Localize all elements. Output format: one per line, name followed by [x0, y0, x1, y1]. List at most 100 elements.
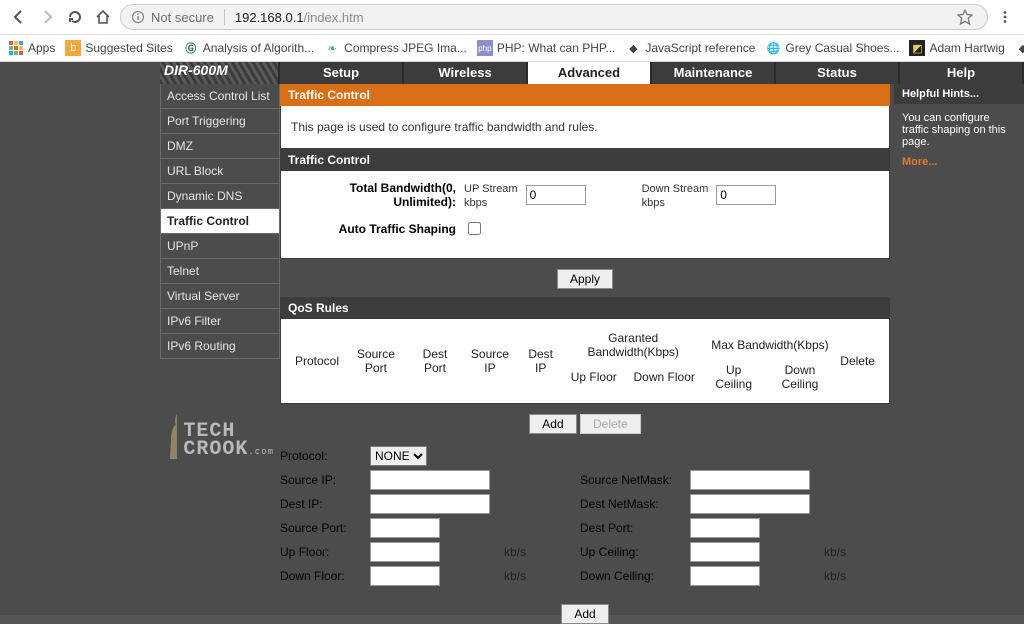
down-floor-label: Down Floor:: [280, 569, 370, 583]
protocol-select[interactable]: NONE: [370, 446, 427, 466]
side-menu: Access Control List Port Triggering DMZ …: [160, 84, 280, 624]
wizard-icon: [166, 407, 177, 461]
sidebar-item-url-block[interactable]: URL Block: [160, 159, 280, 184]
up-ceil-input[interactable]: [690, 542, 760, 562]
page-description: This page is used to configure traffic b…: [280, 106, 890, 149]
qos-add-button[interactable]: Add: [529, 414, 576, 434]
qos-delete-button[interactable]: Delete: [580, 414, 641, 434]
tab-maintenance[interactable]: Maintenance: [652, 62, 776, 84]
sidebar-item-virtual-server[interactable]: Virtual Server: [160, 284, 280, 309]
dest-port-input[interactable]: [690, 518, 760, 538]
section-traffic-control: Traffic Control: [280, 149, 890, 171]
reload-button[interactable]: [64, 6, 86, 28]
sidebar-item-dmz[interactable]: DMZ: [160, 134, 280, 159]
sidebar-item-ipv6-routing[interactable]: IPv6 Routing: [160, 334, 280, 359]
total-bandwidth-label: Total Bandwidth(0, Unlimited):: [291, 181, 456, 209]
upstream-label: UP Stream: [464, 183, 518, 195]
tab-setup[interactable]: Setup: [280, 62, 404, 84]
dest-netmask-label: Dest NetMask:: [580, 497, 690, 511]
apply-button[interactable]: Apply: [557, 269, 613, 289]
url-host: 192.168.0.1: [235, 10, 304, 25]
col-down-ceil: Down Ceiling: [764, 361, 837, 393]
qos-table: Protocol Source Port Dest Port Source IP…: [291, 329, 879, 393]
bing-icon: b: [65, 40, 81, 56]
logo: TECH CROOK.com: [160, 397, 280, 471]
down-floor-input[interactable]: [370, 566, 440, 586]
help-body: You can configure traffic shaping on thi…: [902, 112, 1016, 148]
home-button[interactable]: [92, 6, 114, 28]
sidebar-item-ipv6-filter[interactable]: IPv6 Filter: [160, 309, 280, 334]
section-qos-rules: QoS Rules: [280, 297, 890, 319]
dest-ip-input[interactable]: [370, 494, 490, 514]
down-ceil-input[interactable]: [690, 566, 760, 586]
not-secure-label: Not secure: [151, 10, 214, 25]
col-dest-ip: Dest IP: [519, 329, 563, 393]
address-bar[interactable]: Not secure 192.168.0.1/index.htm: [120, 4, 988, 30]
col-dest-port: Dest Port: [409, 329, 461, 393]
apps-button[interactable]: Apps: [8, 40, 55, 56]
protocol-label: Protocol:: [280, 449, 370, 463]
up-floor-label: Up Floor:: [280, 545, 370, 559]
tab-strip: DIR-600M Setup Wireless Advanced Mainten…: [160, 62, 1024, 84]
arrow-right-icon: [39, 9, 55, 25]
sidebar-item-acl[interactable]: Access Control List: [160, 84, 280, 109]
col-src-port: Source Port: [343, 329, 409, 393]
sidebar-item-port-triggering[interactable]: Port Triggering: [160, 109, 280, 134]
globe-icon: 🌐: [765, 40, 781, 56]
dest-netmask-input[interactable]: [690, 494, 810, 514]
help-title: Helpful Hints...: [894, 84, 1024, 104]
info-icon: [131, 10, 145, 24]
kbps-label: kbps: [464, 197, 487, 209]
rule-add-button[interactable]: Add: [561, 604, 608, 624]
downstream-input[interactable]: [716, 185, 776, 205]
bookmark-item[interactable]: bSuggested Sites: [65, 40, 172, 56]
model-label: DIR-600M: [160, 62, 280, 84]
gfg-icon: Ⓖ: [183, 40, 199, 56]
dest-ip-label: Dest IP:: [280, 497, 370, 511]
col-up-floor: Up Floor: [563, 361, 625, 393]
col-down-floor: Down Floor: [625, 361, 704, 393]
mdn-icon: ◆: [625, 40, 641, 56]
menu-button[interactable]: [994, 6, 1016, 28]
leaf-icon: ❧: [324, 40, 340, 56]
tab-advanced[interactable]: Advanced: [528, 62, 652, 84]
bookmark-item[interactable]: 🌐Grey Casual Shoes...: [765, 40, 899, 56]
help-more-link[interactable]: More...: [902, 156, 1016, 168]
bookmark-item[interactable]: phpPHP: What can PHP...: [477, 40, 616, 56]
tab-status[interactable]: Status: [776, 62, 900, 84]
bookmark-item[interactable]: ❧Compress JPEG Ima...: [324, 40, 467, 56]
tab-wireless[interactable]: Wireless: [404, 62, 528, 84]
mdn-icon: ◆: [1015, 40, 1024, 56]
bookmark-star-icon[interactable]: [957, 9, 973, 25]
bookmark-item[interactable]: ◩Adam Hartwig: [909, 40, 1004, 56]
home-icon: [95, 9, 111, 25]
upstream-input[interactable]: [526, 185, 586, 205]
bookmark-item[interactable]: ◆JavaScript reference: [625, 40, 755, 56]
col-protocol: Protocol: [291, 329, 343, 393]
bookmark-item[interactable]: ◆JavaScript: [1015, 40, 1024, 56]
sidebar-item-ddns[interactable]: Dynamic DNS: [160, 184, 280, 209]
up-ceil-label: Up Ceiling:: [580, 545, 690, 559]
src-ip-input[interactable]: [370, 470, 490, 490]
auto-shaping-label: Auto Traffic Shaping: [291, 222, 456, 236]
kebab-icon: [998, 10, 1012, 24]
sidebar-item-upnp[interactable]: UPnP: [160, 234, 280, 259]
sidebar-item-traffic-control[interactable]: Traffic Control: [160, 209, 280, 234]
bookmark-item[interactable]: ⒼAnalysis of Algorith...: [183, 40, 314, 56]
src-netmask-label: Source NetMask:: [580, 473, 690, 487]
dest-port-label: Dest Port:: [580, 521, 690, 535]
back-button[interactable]: [8, 6, 30, 28]
php-icon: php: [477, 40, 493, 56]
rule-form: Protocol: NONE Source IP: Source NetMask…: [280, 446, 890, 586]
src-ip-label: Source IP:: [280, 473, 370, 487]
tab-help[interactable]: Help: [900, 62, 1024, 84]
col-max: Max Bandwidth(Kbps): [704, 329, 837, 361]
sidebar-item-telnet[interactable]: Telnet: [160, 259, 280, 284]
forward-button[interactable]: [36, 6, 58, 28]
src-port-input[interactable]: [370, 518, 440, 538]
down-ceil-label: Down Ceiling:: [580, 569, 690, 583]
auto-shaping-checkbox[interactable]: [468, 222, 481, 235]
src-netmask-input[interactable]: [690, 470, 810, 490]
apps-icon: [8, 40, 24, 56]
up-floor-input[interactable]: [370, 542, 440, 562]
